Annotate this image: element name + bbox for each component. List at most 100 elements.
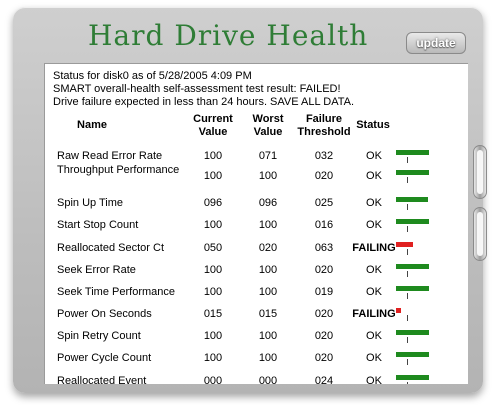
threshold-tick (407, 226, 408, 232)
health-bar (396, 219, 429, 224)
status-value: OK (366, 264, 382, 276)
header-worst: Worst Value (252, 113, 284, 138)
current-value: 100 (203, 219, 223, 231)
attribute-name: Throughput Performance (57, 164, 180, 176)
threshold-value: 020 (314, 352, 334, 364)
health-bar (396, 170, 429, 175)
health-bar (396, 197, 428, 202)
worst-value: 015 (258, 308, 278, 320)
current-value: 015 (203, 308, 223, 320)
worst-value: 100 (258, 330, 278, 342)
threshold-value: 020 (314, 264, 334, 276)
status-value: OK (366, 375, 382, 384)
threshold-tick (407, 249, 408, 255)
current-value: 100 (203, 286, 223, 298)
worst-value: 100 (258, 170, 278, 182)
status-value: OK (366, 219, 382, 231)
health-bar (396, 286, 429, 291)
worst-value: 020 (258, 242, 278, 254)
status-line: SMART overall-health self-assessment tes… (53, 83, 341, 95)
update-button[interactable]: update (406, 32, 466, 54)
threshold-value: 020 (314, 308, 334, 320)
status-value: OK (366, 330, 382, 342)
table-row: Seek Time Performance 100 100 019 OK (45, 282, 468, 304)
current-value: 000 (203, 375, 223, 384)
current-value: 100 (203, 150, 223, 162)
table-row: Spin Retry Count 100 100 020 OK (45, 326, 468, 348)
table-row: Reallocated Sector Ct 050 020 063 FAILING (45, 238, 468, 260)
widget-title: Hard Drive Health (88, 19, 369, 52)
worst-value: 000 (258, 375, 278, 384)
scroll-down-track[interactable] (473, 207, 487, 261)
threshold-tick (407, 157, 408, 163)
status-value: FAILING (352, 242, 396, 254)
health-bar (396, 375, 429, 380)
worst-value: 100 (258, 264, 278, 276)
threshold-value: 024 (314, 375, 334, 384)
header-threshold: Failure Threshold (297, 113, 351, 138)
status-line: Drive failure expected in less than 24 h… (53, 96, 355, 108)
threshold-value: 025 (314, 197, 334, 209)
header-name: Name (77, 119, 107, 131)
threshold-tick (407, 337, 408, 343)
table-row: Power On Seconds 015 015 020 FAILING (45, 304, 468, 326)
worst-value: 096 (258, 197, 278, 209)
hard-drive-health-widget: Hard Drive Health update Status for disk… (13, 7, 487, 393)
status-value: OK (366, 197, 382, 209)
threshold-value: 020 (314, 330, 334, 342)
attribute-name: Seek Time Performance (57, 286, 175, 298)
threshold-tick (407, 315, 408, 321)
health-bar (396, 150, 429, 155)
attribute-name: Reallocated Event (57, 375, 147, 384)
status-value: OK (366, 150, 382, 162)
attribute-name: Reallocated Sector Ct (57, 242, 164, 254)
threshold-tick (407, 293, 408, 299)
status-value: OK (366, 286, 382, 298)
attribute-name: Raw Read Error Rate (57, 150, 163, 162)
status-value: FAILING (352, 308, 396, 320)
attribute-name: Power On Seconds (57, 308, 152, 320)
status-value: OK (366, 352, 382, 364)
threshold-value: 016 (314, 219, 334, 231)
attribute-name: Power Cycle Count (57, 352, 152, 364)
current-value: 050 (203, 242, 223, 254)
table-row: Throughput Performance 100 100 020 OK (45, 164, 468, 188)
threshold-tick (407, 359, 408, 365)
current-value: 100 (203, 170, 223, 182)
worst-value: 100 (258, 286, 278, 298)
status-value: OK (366, 170, 382, 182)
table-row: Seek Error Rate 100 100 020 OK (45, 260, 468, 282)
header-current: Current Value (193, 113, 233, 138)
worst-value: 100 (258, 219, 278, 231)
threshold-tick (407, 382, 408, 384)
status-text: Status for disk0 as of 5/28/2005 4:09 PM… (53, 70, 354, 109)
table-row: Power Cycle Count 100 100 020 OK (45, 348, 468, 370)
scroll-up-track[interactable] (473, 145, 487, 199)
worst-value: 100 (258, 352, 278, 364)
attribute-name: Start Stop Count (57, 219, 139, 231)
threshold-tick (407, 177, 408, 183)
header-status: Status (356, 119, 390, 131)
table-row: Reallocated Event 000 000 024 OK (45, 371, 468, 384)
current-value: 100 (203, 264, 223, 276)
health-bar (396, 264, 429, 269)
table-row: Start Stop Count 100 100 016 OK (45, 215, 468, 237)
current-value: 100 (203, 330, 223, 342)
health-bar (396, 352, 429, 357)
status-panel: Status for disk0 as of 5/28/2005 4:09 PM… (44, 63, 468, 384)
threshold-tick (407, 204, 408, 210)
current-value: 096 (203, 197, 223, 209)
table-row: Spin Up Time 096 096 025 OK (45, 193, 468, 215)
current-value: 100 (203, 352, 223, 364)
health-bar (396, 242, 413, 247)
health-bar (396, 330, 429, 335)
attribute-name: Spin Retry Count (57, 330, 141, 342)
threshold-value: 020 (314, 170, 334, 182)
worst-value: 071 (258, 150, 278, 162)
threshold-value: 063 (314, 242, 334, 254)
status-line: Status for disk0 as of 5/28/2005 4:09 PM (53, 70, 252, 82)
threshold-tick (407, 271, 408, 277)
health-bar (396, 308, 401, 313)
attribute-name: Seek Error Rate (57, 264, 136, 276)
threshold-value: 019 (314, 286, 334, 298)
